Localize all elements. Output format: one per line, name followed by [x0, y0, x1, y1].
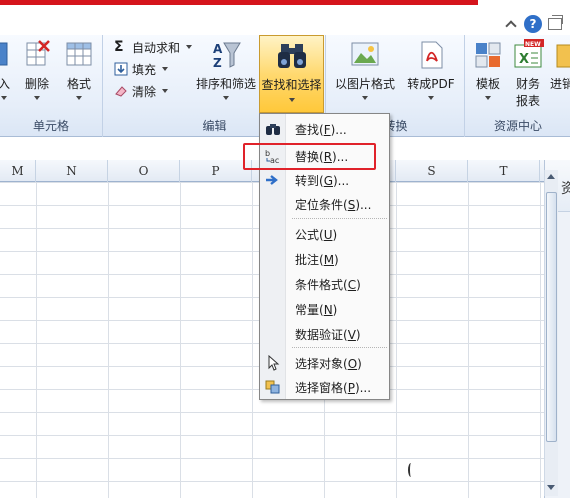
- cells-group: 入 删除 格式 单元格: [0, 35, 103, 137]
- menu-separator: [292, 347, 387, 348]
- help-icon[interactable]: ?: [524, 15, 542, 33]
- window-controls: ?: [504, 15, 563, 33]
- scrollbar-thumb[interactable]: [546, 192, 557, 442]
- delete-label: 删除: [24, 77, 49, 91]
- menu-item-conditional-formatting[interactable]: 条件格式(C): [260, 272, 389, 296]
- column-header[interactable]: S: [396, 160, 468, 182]
- side-pane-title: 资: [561, 181, 570, 197]
- find-select-label: 查找和选择: [261, 78, 322, 92]
- highlight-box: [243, 143, 376, 170]
- autosum-label: 自动求和: [132, 40, 181, 55]
- autosum-button[interactable]: Σ 自动求和: [114, 37, 193, 57]
- scroll-down-icon[interactable]: [547, 485, 555, 490]
- column-header[interactable]: N: [36, 160, 108, 182]
- insert-label: 入: [0, 77, 10, 91]
- template-button[interactable]: 模板: [470, 37, 506, 100]
- svg-text:Z: Z: [213, 56, 222, 70]
- arrow-right-icon: [265, 172, 281, 188]
- binoculars-icon: [276, 40, 308, 72]
- collapse-ribbon-icon[interactable]: [504, 17, 518, 31]
- template-label: 模板: [475, 77, 500, 91]
- fill-label: 填充: [132, 62, 157, 77]
- delete-button[interactable]: 删除: [20, 37, 54, 100]
- menu-separator: [292, 218, 387, 219]
- menu-item-label: 数据验证(V): [295, 328, 361, 342]
- grid-line: [180, 182, 181, 498]
- menu-item-find[interactable]: 查找(F)...: [260, 117, 389, 141]
- column-header[interactable]: T: [468, 160, 540, 182]
- menu-item-comments[interactable]: 批注(M): [260, 247, 389, 271]
- format-icon: [63, 39, 95, 71]
- menu-item-goto[interactable]: 转到(G)...: [260, 168, 389, 192]
- finance-label-line2: 报表: [515, 94, 540, 108]
- svg-text:X: X: [519, 52, 529, 67]
- insert-button[interactable]: 入: [0, 37, 14, 100]
- format-button[interactable]: 格式: [62, 37, 96, 100]
- binoculars-icon: [265, 121, 281, 137]
- finance-label-line1: 财务: [515, 77, 540, 91]
- column-header[interactable]: P: [180, 160, 252, 182]
- sort-filter-label: 排序和筛选: [195, 77, 256, 91]
- finance-report-icon: X NEW: [512, 39, 544, 71]
- menu-item-label: 选择对象(O): [295, 357, 362, 371]
- menu-item-label: 批注(M): [295, 253, 339, 267]
- inventory-button[interactable]: 进销: [550, 37, 570, 92]
- menu-item-select-objects[interactable]: 选择对象(O): [260, 351, 389, 375]
- find-select-button[interactable]: 查找和选择: [259, 35, 324, 113]
- grid-line: [252, 182, 253, 498]
- sort-filter-icon: A Z: [210, 39, 242, 71]
- menu-item-data-validation[interactable]: 数据验证(V): [260, 322, 389, 346]
- menu-item-formulas[interactable]: 公式(U): [260, 222, 389, 246]
- column-header[interactable]: M: [0, 160, 36, 182]
- grid-line: [36, 182, 37, 498]
- picture-icon: [349, 39, 381, 71]
- menu-item-label: 条件格式(C): [295, 278, 361, 292]
- scroll-up-icon[interactable]: [547, 174, 555, 179]
- svg-text:A: A: [213, 42, 223, 56]
- to-pdf-label: 转成PDF: [407, 77, 455, 91]
- selection-pane-icon: [265, 379, 281, 395]
- menu-item-constants[interactable]: 常量(N): [260, 297, 389, 321]
- inventory-label: 进销: [550, 77, 570, 91]
- eraser-icon: [114, 84, 128, 98]
- inventory-icon: [555, 39, 570, 71]
- menu-item-selection-pane[interactable]: 选择窗格(P)...: [260, 375, 389, 399]
- picture-format-button[interactable]: 以图片格式: [333, 37, 397, 100]
- resource-group: 模板 X NEW 财务 报表 进销 资源中心: [466, 35, 570, 137]
- sort-filter-button[interactable]: A Z 排序和筛选: [192, 37, 260, 100]
- column-header[interactable]: O: [108, 160, 180, 182]
- grid-line: [396, 182, 397, 498]
- pointer-icon: [265, 354, 281, 371]
- menu-item-goto-special[interactable]: 定位条件(S)...: [260, 192, 389, 216]
- fill-button[interactable]: 填充: [114, 59, 169, 79]
- restore-window-icon[interactable]: [548, 15, 563, 30]
- menu-item-label: 常量(N): [295, 303, 338, 317]
- pdf-icon: [415, 39, 447, 71]
- vertical-scrollbar[interactable]: [544, 170, 558, 496]
- menu-item-label: 查找(F)...: [295, 123, 347, 137]
- resource-group-label: 资源中心: [493, 119, 542, 133]
- grid-line: [540, 182, 541, 498]
- format-label: 格式: [66, 77, 91, 91]
- menu-item-label: 公式(U): [295, 228, 338, 242]
- menu-item-label: 选择窗格(P)...: [295, 381, 372, 395]
- top-strip: ?: [0, 5, 570, 35]
- finance-report-button[interactable]: X NEW 财务 报表: [510, 37, 546, 109]
- clear-button[interactable]: 清除: [114, 81, 169, 101]
- mouse-cursor-fragment: [408, 463, 414, 477]
- fill-down-icon: [114, 62, 128, 76]
- template-icon: [472, 39, 504, 71]
- sigma-icon: Σ: [114, 39, 124, 55]
- delete-icon: [21, 39, 53, 71]
- cells-group-label: 单元格: [32, 119, 69, 133]
- new-badge: NEW: [525, 41, 541, 48]
- grid-line: [108, 182, 109, 498]
- grid-line: [468, 182, 469, 498]
- to-pdf-button[interactable]: 转成PDF: [403, 37, 459, 100]
- picture-format-label: 以图片格式: [334, 77, 395, 91]
- clear-label: 清除: [132, 84, 157, 99]
- menu-item-label: 定位条件(S)...: [295, 198, 372, 212]
- menu-item-label: 转到(G)...: [295, 174, 350, 188]
- insert-icon: [0, 39, 11, 71]
